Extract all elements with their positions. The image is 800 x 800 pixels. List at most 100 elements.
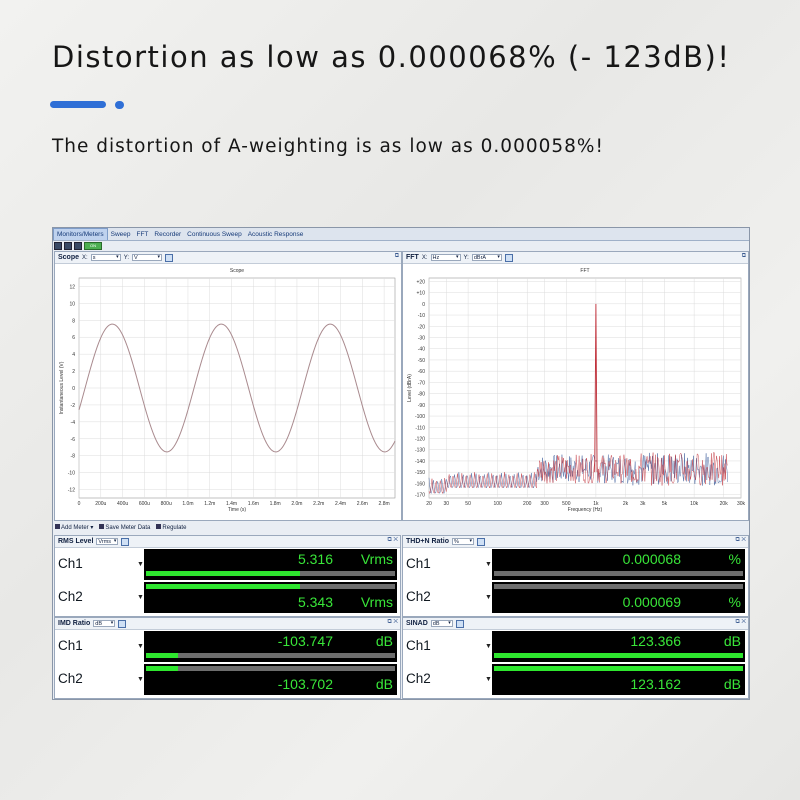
fft-x-tick: 30k: [737, 501, 746, 507]
level-bar-fill: [494, 666, 743, 671]
meter-unit: Vrms: [360, 594, 393, 610]
gear-icon[interactable]: [504, 253, 513, 262]
chevron-down-icon[interactable]: ▼: [137, 676, 144, 683]
chevron-down-icon[interactable]: ▼: [485, 676, 492, 683]
gear-icon[interactable]: [165, 253, 174, 262]
meter-unit-select[interactable]: %: [451, 538, 474, 545]
tab-sweep[interactable]: Sweep: [108, 229, 134, 240]
fft-x-unit-select[interactable]: Hz: [430, 254, 461, 261]
save-meter-data-button[interactable]: Save Meter Data: [99, 524, 150, 531]
chevron-down-icon[interactable]: ▼: [485, 561, 492, 568]
tab-continuous-sweep[interactable]: Continuous Sweep: [184, 229, 245, 240]
tab-fft[interactable]: FFT: [133, 229, 151, 240]
scope-y-tick: -12: [68, 488, 75, 494]
fft-y-tick: -10: [418, 313, 425, 319]
chevron-down-icon[interactable]: ▼: [137, 594, 144, 601]
popout-close-icon[interactable]: ⧉ ✕: [735, 619, 746, 626]
scope-y-tick: 8: [72, 318, 75, 324]
save-icon: [99, 524, 105, 529]
meter-display: -103.747 dB: [144, 631, 397, 662]
scope-chart-title: Scope: [230, 268, 244, 274]
scope-y-unit-select[interactable]: V: [132, 254, 163, 261]
level-bar-track: [146, 571, 395, 576]
fft-y-unit-select[interactable]: dBrA: [471, 254, 502, 261]
scope-x-tick: 2.4m: [335, 501, 346, 507]
gear-icon[interactable]: [118, 619, 127, 628]
popout-icon[interactable]: ⧉: [742, 253, 746, 260]
scope-y-tick: 6: [72, 335, 75, 341]
power-toggle[interactable]: ON: [84, 241, 102, 250]
stop-icon[interactable]: [54, 241, 62, 250]
meter-unit: %: [728, 551, 741, 567]
popout-close-icon[interactable]: ⧉ ✕: [735, 537, 746, 544]
record-icon[interactable]: [64, 241, 72, 250]
fft-y-axis-label: Level (dBrA): [407, 374, 413, 402]
analyzer-window: Monitors/Meters Sweep FFT Recorder Conti…: [52, 227, 750, 700]
channel-label: Ch2: [406, 671, 431, 686]
fft-y-tick: -150: [415, 470, 425, 476]
channel-label: Ch1: [406, 556, 431, 571]
meter-display: -103.702 dB: [144, 664, 397, 695]
tab-acoustic-response[interactable]: Acoustic Response: [245, 229, 307, 240]
chevron-down-icon[interactable]: ▼: [485, 594, 492, 601]
fft-y-tick: -20: [418, 324, 425, 330]
fft-header: FFT X: Hz Y: dBrA ⧉: [403, 252, 748, 264]
level-bar-fill: [146, 653, 179, 658]
fft-y-tick: -80: [418, 392, 425, 398]
meter-display: 5.343 Vrms: [144, 582, 397, 613]
level-bar-fill: [494, 653, 743, 658]
fft-y-label: Y:: [463, 254, 469, 261]
meter-unit-select[interactable]: dB: [430, 620, 453, 627]
popout-close-icon[interactable]: ⧉ ✕: [387, 619, 398, 626]
fft-y-tick: -90: [418, 403, 425, 409]
gear-icon[interactable]: [476, 537, 485, 546]
meter-unit: dB: [375, 676, 393, 692]
scope-y-tick: 12: [69, 284, 75, 290]
fft-x-tick: 2k: [623, 501, 629, 507]
meter-unit: Vrms: [360, 551, 393, 567]
fft-y-tick: -160: [415, 481, 425, 487]
regulate-icon: [156, 524, 162, 529]
chevron-down-icon[interactable]: ▼: [137, 643, 144, 650]
popout-icon[interactable]: ⧉: [395, 253, 399, 260]
fft-y-tick: 0: [422, 302, 425, 308]
scope-y-tick: -8: [71, 454, 76, 460]
meter-unit-select[interactable]: Vrms: [96, 538, 119, 545]
add-meter-button[interactable]: Add Meter ▾: [55, 524, 93, 531]
meter-value: -103.702: [277, 676, 333, 692]
level-bar-track: [494, 666, 743, 671]
fft-x-tick: 30: [444, 501, 450, 507]
meter-display: 0.000068%: [492, 549, 745, 580]
settings-icon[interactable]: [74, 241, 82, 250]
toolbar: ON: [54, 241, 102, 250]
chevron-down-icon[interactable]: ▼: [485, 643, 492, 650]
meter-unit-select[interactable]: dB: [93, 620, 116, 627]
gear-icon[interactable]: [455, 619, 464, 628]
regulate-button[interactable]: Regulate: [156, 524, 186, 531]
meter-value: 0.000069: [622, 594, 681, 610]
fft-y-tick: -30: [418, 335, 425, 341]
scope-y-tick: -6: [71, 437, 76, 443]
popout-close-icon[interactable]: ⧉ ✕: [387, 537, 398, 544]
fft-panel: FFT X: Hz Y: dBrA ⧉ FFT +20 +10 0 -10 -20 -30 -…: [402, 251, 749, 521]
fft-x-tick: 20: [426, 501, 432, 507]
level-bar-track: [494, 653, 743, 658]
level-bar-fill: [146, 571, 301, 576]
tab-recorder[interactable]: Recorder: [151, 229, 184, 240]
gear-icon[interactable]: [121, 537, 130, 546]
meter-header: THD+N Ratio% ⧉ ✕: [403, 536, 748, 548]
fft-y-tick: +10: [417, 291, 426, 297]
fft-x-tick: 50: [465, 501, 471, 507]
meter-value: 123.162: [630, 676, 681, 692]
meter-header: IMD RatiodB ⧉ ✕: [55, 618, 400, 630]
meter-value: -103.747: [277, 633, 333, 649]
accent-bar: [50, 101, 106, 108]
tab-monitors-meters[interactable]: Monitors/Meters: [53, 228, 108, 240]
meter-thd-n-ratio: THD+N Ratio%⧉ ✕Ch1▼0.000068%Ch2▼0.000069…: [402, 535, 749, 617]
scope-y-tick: 10: [69, 301, 75, 307]
chevron-down-icon[interactable]: ▼: [137, 561, 144, 568]
scope-x-tick: 1.2m: [204, 501, 215, 507]
fft-y-tick: -100: [415, 414, 425, 420]
scope-x-unit-select[interactable]: s: [90, 254, 121, 261]
level-bar-track: [494, 584, 743, 589]
